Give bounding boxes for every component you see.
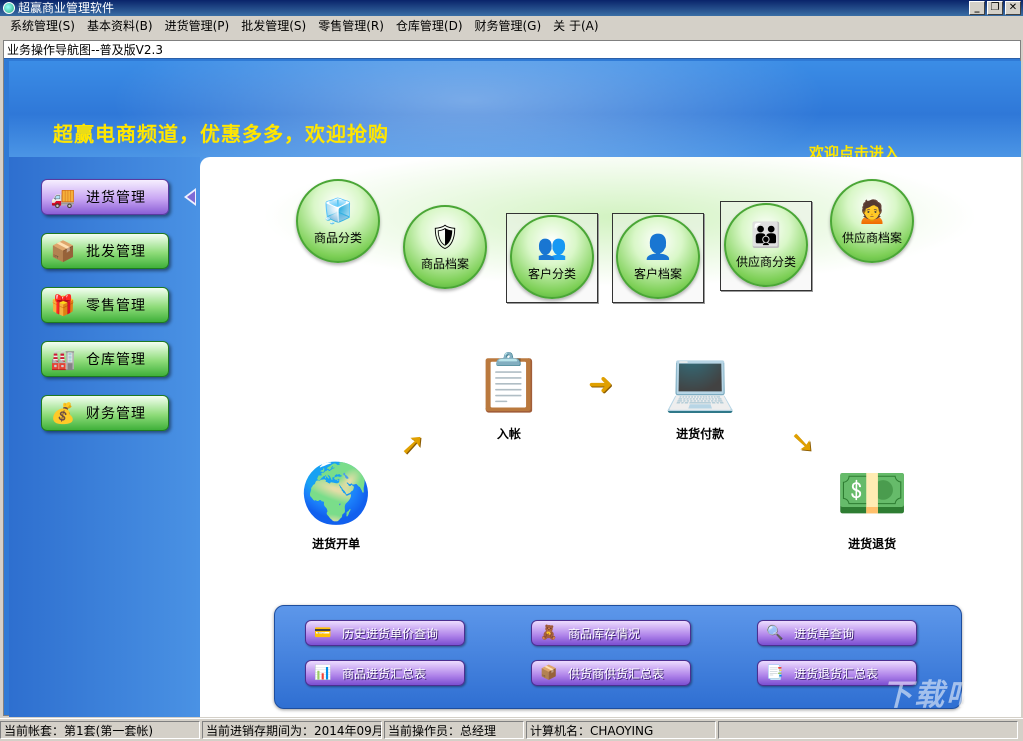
main-panel: 🧊 商品分类 🛡 商品档案 👥 客户分类 👤 客户档案 👪 供应商分类 🙍 供应… [200, 157, 1021, 717]
sidebar-item-label: 批发管理 [86, 244, 146, 260]
status-period: 当前进销存期间为：2014年09月 [202, 721, 382, 739]
query-label: 进货退货汇总表 [794, 666, 879, 681]
active-indicator-arrow [184, 188, 196, 206]
sidebar-item-wholesale[interactable]: 📦 批发管理 [41, 233, 169, 269]
category-label: 客户分类 [527, 266, 576, 281]
menu-warehouse[interactable]: 仓库管理(D) [390, 16, 469, 36]
status-bar: 当前帐套：第1套(第一套帐) 当前进销存期间为：2014年09月 当前操作员：总… [0, 718, 1023, 741]
query-purchase-summary-button[interactable]: 📊 商品进货汇总表 [305, 660, 465, 686]
flow-return[interactable]: 💵 进货退货 [836, 457, 908, 552]
sidebar-item-label: 进货管理 [86, 190, 146, 206]
query-supplier-summary-button[interactable]: 📦 供货商供货汇总表 [531, 660, 691, 686]
flow-label: 进货开单 [312, 537, 361, 551]
shield-icon: 🛡 [429, 222, 461, 251]
boxes-icon: 📦 [50, 239, 76, 263]
arrow-right-icon: ➜ [588, 367, 614, 402]
truck-icon: 🚚 [50, 185, 76, 209]
query-price-history-button[interactable]: 💳 历史进货单价查询 [305, 620, 465, 646]
category-label: 供应商档案 [841, 230, 902, 245]
query-stock-button[interactable]: 🧸 商品库存情况 [531, 620, 691, 646]
menu-basic-data[interactable]: 基本资料(B) [81, 16, 159, 36]
window-controls: _ ❐ ✕ [969, 1, 1021, 15]
person-icon: 👤 [643, 232, 673, 261]
clipboard-icon: 📋 [474, 351, 544, 416]
category-label: 商品档案 [420, 256, 469, 271]
finance-icon: 💰 [50, 401, 76, 425]
sidebar-item-purchase[interactable]: 🚚 进货管理 [41, 179, 169, 215]
arrow-down-right-icon: ➘ [790, 425, 816, 460]
laptop-coins-icon: 💻 [664, 346, 737, 415]
arrow-up-right-icon: ➚ [400, 427, 426, 462]
menu-system[interactable]: 系统管理(S) [4, 16, 81, 36]
query-order-button[interactable]: 🔍 进货单查询 [757, 620, 917, 646]
category-supplier-archive[interactable]: 🙍 供应商档案 [830, 179, 914, 263]
status-machine: 计算机名：CHAOYING [526, 721, 716, 739]
query-label: 供货商供货汇总表 [568, 666, 665, 681]
globe-boxes-icon: 🌍 [300, 458, 373, 527]
cash-briefcase-icon: 💵 [836, 458, 909, 527]
nav-window-title: 业务操作导航图--普及版V2.3 [4, 41, 1020, 59]
return-summary-icon: 📑 [766, 665, 784, 681]
banner-slogan[interactable]: 超赢电商频道，优惠多多，欢迎抢购 [53, 118, 389, 147]
restore-button[interactable]: ❐ [987, 1, 1003, 15]
status-operator: 当前操作员：总经理 [384, 721, 524, 739]
category-customer-class[interactable]: 👥 客户分类 [510, 215, 594, 299]
sidebar-item-label: 财务管理 [86, 406, 146, 422]
sidebar-item-label: 零售管理 [86, 298, 146, 314]
supply-summary-icon: 📦 [540, 665, 558, 681]
watermark-logo: 下载吧 [882, 678, 978, 713]
pie-chart-icon: 📊 [314, 665, 332, 681]
query-label: 进货单查询 [794, 626, 855, 641]
menu-purchase[interactable]: 进货管理(P) [159, 16, 236, 36]
category-product-class[interactable]: 🧊 商品分类 [296, 179, 380, 263]
users-icon: 👪 [751, 220, 781, 249]
flow-label: 入帐 [496, 427, 521, 441]
cubes-icon: 🧊 [323, 196, 353, 225]
sidebar-item-label: 仓库管理 [86, 352, 146, 368]
category-label: 商品分类 [313, 230, 362, 245]
flow-create-order[interactable]: 🌍 进货开单 [300, 457, 372, 552]
sidebar-item-finance[interactable]: 💰 财务管理 [41, 395, 169, 431]
package-icon: 🎁 [50, 293, 76, 317]
close-button[interactable]: ✕ [1005, 1, 1021, 15]
order-search-icon: 🔍 [766, 625, 784, 641]
supplier-icon: 🙍 [857, 196, 887, 225]
category-label: 客户档案 [633, 266, 682, 281]
price-history-icon: 💳 [314, 625, 332, 641]
window-title: 超赢商业管理软件 [18, 1, 115, 15]
category-label: 供应商分类 [735, 254, 796, 269]
group-icon: 👥 [537, 232, 567, 261]
category-product-archive[interactable]: 🛡 商品档案 [403, 205, 487, 289]
sidebar: 🚚 进货管理 📦 批发管理 🎁 零售管理 🏭 仓库管理 💰 财务管理 [9, 157, 200, 717]
query-label: 历史进货单价查询 [342, 626, 439, 641]
flow-payment[interactable]: 💻 进货付款 [664, 343, 736, 442]
stock-icon: 🧸 [540, 625, 558, 641]
sidebar-item-warehouse[interactable]: 🏭 仓库管理 [41, 341, 169, 377]
flow-label: 进货付款 [676, 427, 725, 441]
category-supplier-class[interactable]: 👪 供应商分类 [724, 203, 808, 287]
minimize-button[interactable]: _ [969, 1, 985, 15]
query-panel: 💳 历史进货单价查询 🧸 商品库存情况 🔍 进货单查询 📊 商品进货汇总表 📦 … [274, 605, 962, 709]
app-icon [3, 2, 15, 14]
warehouse-icon: 🏭 [50, 347, 76, 371]
query-label: 商品进货汇总表 [342, 666, 427, 681]
nav-window: 业务操作导航图--普及版V2.3 超赢电商频道，优惠多多，欢迎抢购 欢迎点击进入… [3, 40, 1021, 717]
menu-wholesale[interactable]: 批发管理(S) [235, 16, 312, 36]
flow-entry[interactable]: 📋 入帐 [474, 347, 544, 442]
menu-retail[interactable]: 零售管理(R) [312, 16, 390, 36]
menu-finance[interactable]: 财务管理(G) [469, 16, 548, 36]
flow-label: 进货退货 [848, 537, 897, 551]
menu-about[interactable]: 关 于(A) [547, 16, 604, 36]
query-label: 商品库存情况 [568, 626, 641, 641]
menu-bar: 系统管理(S) 基本资料(B) 进货管理(P) 批发管理(S) 零售管理(R) … [0, 16, 1023, 36]
status-account: 当前帐套：第1套(第一套帐) [0, 721, 200, 739]
window-titlebar: 超赢商业管理软件 _ ❐ ✕ [0, 0, 1023, 16]
category-customer-archive[interactable]: 👤 客户档案 [616, 215, 700, 299]
status-empty [718, 721, 1018, 739]
sidebar-item-retail[interactable]: 🎁 零售管理 [41, 287, 169, 323]
